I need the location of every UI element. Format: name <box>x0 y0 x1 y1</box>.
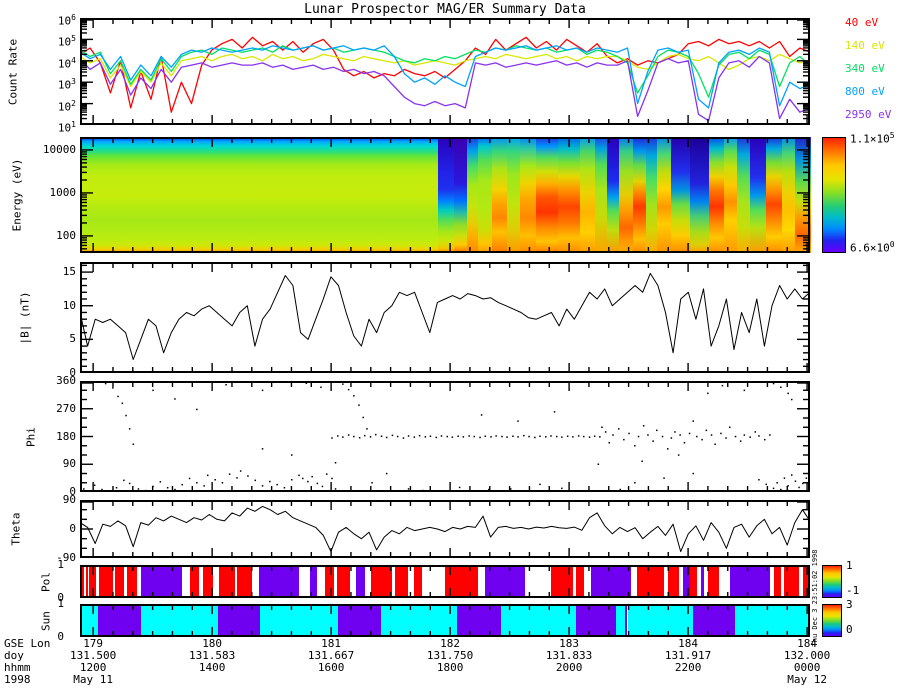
creation-timestamp: Thu Dec 3 23:51:02 1998 <box>811 550 819 647</box>
panel-magnetic-field <box>80 262 810 373</box>
pol-colorbar-max-label: 1 <box>846 559 853 572</box>
x-tick-value: 1400 <box>199 661 226 674</box>
x-tick-value: 1800 <box>437 661 464 674</box>
bmag-ytick-label: 15 <box>0 265 76 279</box>
lunar-prospector-summary-plot: Lunar Prospector MAG/ER Summary Data Cou… <box>0 0 900 700</box>
phi-ytick-label: 180 <box>0 430 76 444</box>
phi-ytick-label: 90 <box>0 457 76 471</box>
x-tick-value: 1600 <box>318 661 345 674</box>
x-tick-value: 2000 <box>556 661 583 674</box>
legend-item: 340 eV <box>845 62 885 75</box>
colorbar-max-label: 1.1×105 <box>850 131 895 146</box>
count_rate-ytick-label: 105 <box>0 32 76 50</box>
spectrogram-ytick-label: 1000 <box>0 186 76 200</box>
legend-item: 2950 eV <box>845 108 891 121</box>
legend-item: 40 eV <box>845 16 878 29</box>
spectrogram-ytick-label: 100 <box>0 229 76 243</box>
panel-count-rate <box>80 18 810 125</box>
count_rate-ytick-label: 103 <box>0 75 76 93</box>
ylabel-sun: Sun <box>40 611 53 631</box>
axis-row-label: 1998 <box>4 673 31 686</box>
count_rate-ytick-label: 106 <box>0 11 76 29</box>
page-title: Lunar Prospector MAG/ER Summary Data <box>304 2 586 17</box>
count_rate-ytick-label: 101 <box>0 118 76 136</box>
phi-ytick-label: 270 <box>0 402 76 416</box>
spectrogram-colorbar <box>822 137 846 253</box>
sun-colorbar <box>822 604 842 637</box>
sun-colorbar-min-label: 0 <box>846 623 853 636</box>
pol-colorbar-min-label: -1 <box>846 584 859 597</box>
pol-ytick-label: 1 <box>0 558 64 572</box>
ylabel-pol: Pol <box>40 572 53 592</box>
panel-energy-spectrogram <box>80 137 810 253</box>
panel-sun <box>80 604 810 637</box>
bmag-ytick-label: 5 <box>0 332 76 346</box>
panel-theta <box>80 500 810 558</box>
theta-ytick-label: 0 <box>0 522 76 536</box>
count_rate-ytick-label: 104 <box>0 54 76 72</box>
colorbar-min-label: 6.6×100 <box>850 240 895 255</box>
panel-pol <box>80 565 810 598</box>
pol-colorbar <box>822 565 842 598</box>
legend-item: 140 eV <box>845 39 885 52</box>
theta-ytick-label: 90 <box>0 493 76 507</box>
spectrogram-ytick-label: 10000 <box>0 143 76 157</box>
count_rate-ytick-label: 102 <box>0 97 76 115</box>
x-tick-value: May 12 <box>787 673 827 686</box>
legend-item: 800 eV <box>845 85 885 98</box>
bmag-ytick-label: 10 <box>0 299 76 313</box>
sun-colorbar-max-label: 3 <box>846 598 853 611</box>
x-tick-value: 2200 <box>675 661 702 674</box>
phi-ytick-label: 360 <box>0 374 76 388</box>
panel-phi <box>80 381 810 492</box>
sun-ytick-label: 1 <box>0 597 64 611</box>
x-tick-value: May 11 <box>73 673 113 686</box>
